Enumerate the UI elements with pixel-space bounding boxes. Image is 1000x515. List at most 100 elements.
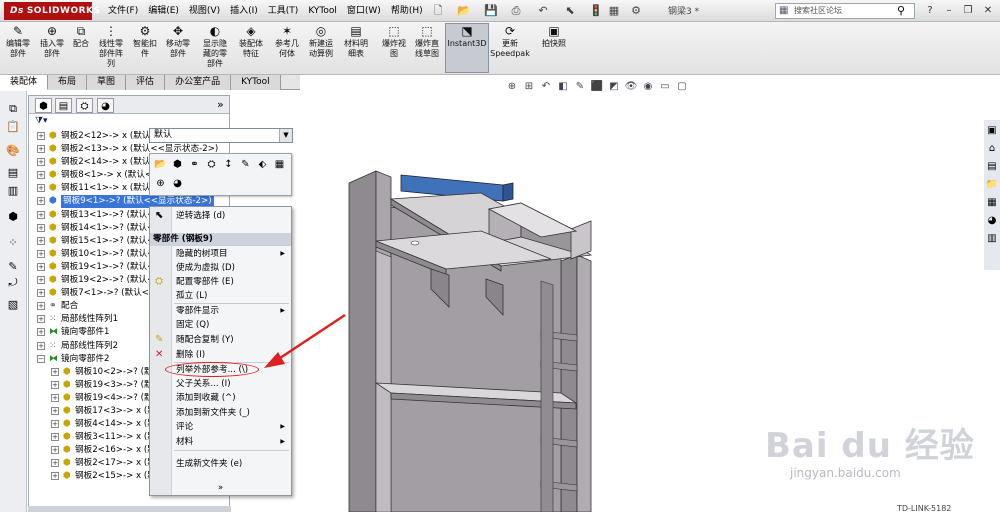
restore-icon[interactable]: ❐ bbox=[960, 3, 976, 18]
invert-selection-item[interactable]: ⬉ 逆转选择 (d) bbox=[150, 209, 291, 223]
exploded-view-button[interactable]: ⬚ 爆炸视 图 bbox=[380, 24, 408, 72]
tab-5[interactable]: KYTool bbox=[231, 75, 281, 90]
filter-icon[interactable]: ⧩▾ bbox=[35, 116, 48, 126]
motion-study-button[interactable]: ◎ 新建运 动算例 bbox=[305, 24, 337, 72]
open-part-icon[interactable]: 📂 bbox=[154, 158, 167, 171]
expand-toggle-icon[interactable]: + bbox=[37, 158, 45, 167]
save-icon[interactable]: 💾 bbox=[483, 3, 499, 19]
smart-fastener-button[interactable]: ⚙ 智能扣 件 bbox=[130, 24, 160, 72]
menu-item-2[interactable]: 视图(V) bbox=[184, 0, 225, 22]
expand-toggle-icon[interactable]: + bbox=[37, 328, 45, 337]
bom-button[interactable]: ▤ 材料明 细表 bbox=[340, 24, 372, 72]
mate-button[interactable]: ⧉ 配合 bbox=[70, 24, 92, 72]
tab-2[interactable]: 草图 bbox=[87, 75, 127, 90]
context-item-12[interactable]: 评论 ▶ bbox=[150, 420, 291, 434]
undo-icon[interactable]: ↶ bbox=[535, 3, 551, 19]
context-item-3[interactable]: 孤立 (L) bbox=[150, 289, 291, 303]
layer-icon[interactable]: ▤ bbox=[3, 165, 23, 181]
expand-menu-icon[interactable]: » bbox=[150, 481, 291, 495]
context-item-0[interactable]: 隐藏的树项目 ▶ bbox=[150, 247, 291, 261]
expand-toggle-icon[interactable]: + bbox=[51, 446, 59, 455]
zoom-to-selection-icon[interactable]: ⊕ bbox=[154, 177, 167, 190]
context-item-6[interactable]: ✎ 随配合复制 (Y) bbox=[150, 333, 291, 347]
component-properties-icon[interactable]: ✎ bbox=[239, 158, 252, 171]
display-manager-tab-icon[interactable]: ◕ bbox=[97, 98, 114, 113]
make-virtual-icon[interactable]: ↕ bbox=[222, 158, 235, 171]
flat-tree-icon[interactable]: ▧ bbox=[3, 297, 23, 313]
paste-icon[interactable]: 📋 bbox=[3, 119, 23, 135]
lock-icon[interactable]: ▥ bbox=[3, 183, 23, 199]
mate-icon[interactable]: ⚭ bbox=[188, 158, 201, 171]
tab-1[interactable]: 布局 bbox=[48, 75, 88, 90]
print-icon[interactable]: ⎙ bbox=[508, 3, 524, 19]
context-item-9[interactable]: 父子关系... (I) bbox=[150, 377, 291, 391]
reference-geometry-button[interactable]: ✶ 参考几 何体 bbox=[272, 24, 302, 72]
smart-dimension-icon[interactable]: ⤾ bbox=[3, 275, 23, 291]
appearance-icon[interactable]: 🎨 bbox=[3, 143, 23, 159]
options-icon[interactable]: ⚙ bbox=[628, 3, 644, 19]
expand-toggle-icon[interactable]: + bbox=[37, 262, 45, 271]
component-icon[interactable]: ⬢ bbox=[3, 209, 23, 225]
file-properties-icon[interactable]: ▦ bbox=[606, 3, 622, 19]
show-hidden-button[interactable]: ◐ 显示隐 藏的零 部件 bbox=[197, 24, 233, 72]
expand-toggle-icon[interactable]: + bbox=[37, 223, 45, 232]
feature-manager-tab-icon[interactable]: ⬢ bbox=[35, 98, 52, 113]
menu-item-7[interactable]: 帮助(H) bbox=[386, 0, 428, 22]
minimize-icon[interactable]: – bbox=[941, 3, 957, 18]
expand-toggle-icon[interactable]: + bbox=[51, 367, 59, 376]
tab-4[interactable]: 办公室产品 bbox=[165, 75, 232, 90]
menu-item-3[interactable]: 插入(I) bbox=[225, 0, 263, 22]
view-palette-icon[interactable]: 📁 bbox=[985, 178, 999, 192]
context-item-1[interactable]: 使成为虚拟 (D) bbox=[150, 261, 291, 275]
expand-toggle-icon[interactable]: + bbox=[37, 341, 45, 350]
custom-properties-icon[interactable]: ▥ bbox=[985, 232, 999, 246]
tab-0[interactable]: 装配体 bbox=[0, 75, 49, 90]
configuration-manager-tab-icon[interactable]: ⛭ bbox=[76, 98, 93, 113]
appearance-dropdown-icon[interactable]: ◕ bbox=[171, 177, 184, 190]
search-results-icon[interactable]: ▦ bbox=[985, 196, 999, 210]
expand-toggle-icon[interactable]: + bbox=[51, 393, 59, 402]
sketch-icon[interactable]: ✎ bbox=[3, 259, 23, 275]
expand-toggle-icon[interactable]: + bbox=[51, 406, 59, 415]
speedpak-button[interactable]: ⟳ 更新 Speedpak bbox=[490, 24, 530, 72]
insert-component-button[interactable]: ⊕ 插入零 部件 bbox=[38, 24, 66, 72]
expand-toggle-icon[interactable]: + bbox=[37, 210, 45, 219]
expand-toggle-icon[interactable]: − bbox=[37, 354, 45, 363]
expand-toggle-icon[interactable]: + bbox=[37, 145, 45, 154]
open-file-icon[interactable]: 📂 bbox=[456, 3, 472, 19]
menu-item-5[interactable]: KYTool bbox=[303, 0, 342, 22]
expand-toggle-icon[interactable]: + bbox=[37, 289, 45, 298]
expand-toggle-icon[interactable]: + bbox=[37, 249, 45, 258]
expand-toggle-icon[interactable]: + bbox=[37, 302, 45, 311]
menu-item-6[interactable]: 窗口(W) bbox=[342, 0, 386, 22]
property-manager-tab-icon[interactable]: ▤ bbox=[55, 98, 72, 113]
expand-toggle-icon[interactable]: + bbox=[37, 315, 45, 324]
search-input[interactable]: ▦ 搜索社区论坛 bbox=[775, 3, 915, 19]
select-icon[interactable]: ⬉ bbox=[562, 3, 578, 19]
expand-toggle-icon[interactable]: + bbox=[37, 184, 45, 193]
context-item-11[interactable]: 添加到新文件夹 (_) bbox=[150, 406, 291, 420]
menu-item-4[interactable]: 工具(T) bbox=[263, 0, 304, 22]
context-item-13[interactable]: 材料 ▶ bbox=[150, 435, 291, 449]
expand-toggle-icon[interactable]: + bbox=[37, 276, 45, 285]
expand-toggle-icon[interactable]: + bbox=[51, 380, 59, 389]
tab-3[interactable]: 评估 bbox=[126, 75, 166, 90]
expand-toggle-icon[interactable]: + bbox=[51, 433, 59, 442]
move-component-button[interactable]: ✥ 移动零 部件 bbox=[163, 24, 193, 72]
grid-icon[interactable]: ⁘ bbox=[3, 235, 23, 251]
create-new-folder-item[interactable]: 生成新文件夹 (e) bbox=[150, 457, 291, 471]
expand-toggle-icon[interactable]: + bbox=[51, 472, 59, 481]
linear-pattern-button[interactable]: ⋮ 线性零 部件阵 列 bbox=[95, 24, 127, 72]
new-file-icon[interactable]: 🗋 bbox=[430, 3, 446, 19]
expand-panel-icon[interactable]: » bbox=[217, 98, 224, 111]
solidworks-logo[interactable]: Ds SOLIDWORKS bbox=[4, 2, 100, 20]
close-icon[interactable]: ✕ bbox=[980, 3, 996, 18]
instant3d-button[interactable]: ⬔ Instant3D bbox=[445, 23, 489, 73]
snapshot-button[interactable]: ▣ 拍快照 bbox=[540, 24, 568, 72]
context-item-7[interactable]: ✕ 删除 (I) bbox=[150, 348, 291, 362]
edit-component-button[interactable]: ✎ 编辑零 部件 bbox=[4, 24, 32, 72]
context-item-5[interactable]: 固定 (Q) bbox=[150, 318, 291, 332]
assembly-feature-button[interactable]: ◈ 装配体 特征 bbox=[236, 24, 266, 72]
rebuild-icon[interactable]: 🚦 bbox=[588, 3, 604, 19]
expand-toggle-icon[interactable]: + bbox=[51, 420, 59, 429]
